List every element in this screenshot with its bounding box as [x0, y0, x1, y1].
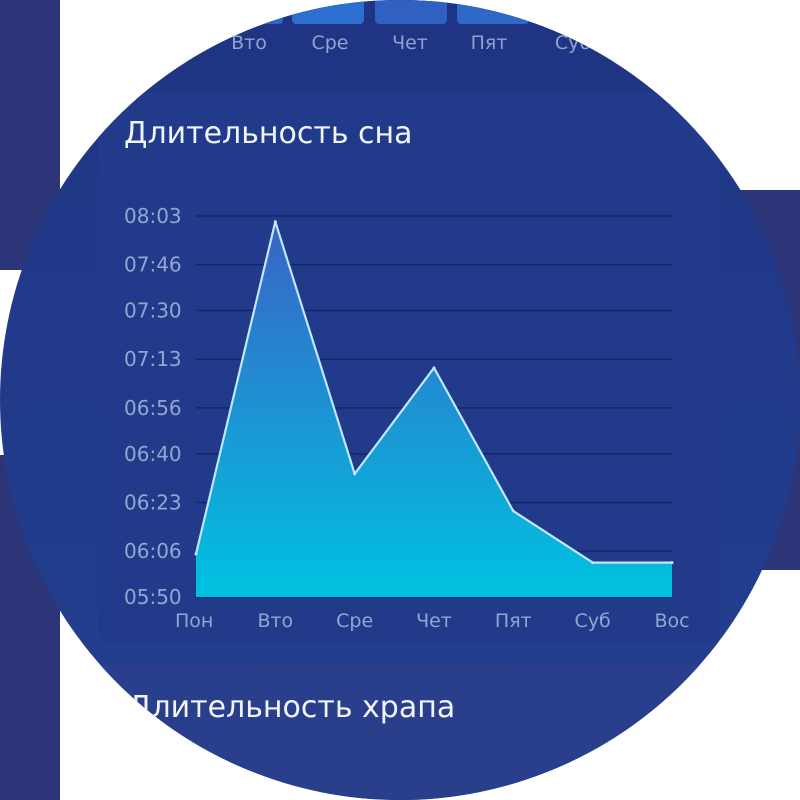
y-tick-label: 06:40: [124, 442, 182, 466]
chart-y-ticks: 05:50 06:06 06:23 06:40 06:56 07:13 07:30 07:46…: [124, 204, 182, 609]
y-tick-label: 06:56: [124, 396, 182, 420]
data-point: [591, 561, 595, 565]
y-tick-label: 05:50: [124, 585, 182, 609]
snore-duration-card[interactable]: [80, 664, 760, 800]
data-point: [273, 220, 277, 224]
data-point: [670, 561, 674, 565]
y-tick-label: 08:03: [124, 204, 182, 228]
data-point: [194, 552, 198, 556]
data-point: [432, 366, 436, 370]
y-tick-label: 07:30: [124, 299, 182, 323]
sleep-area-fill: [196, 221, 672, 597]
watch-screen: Вто Сре Чет Пят Суб Длительность сна 05:…: [0, 0, 800, 800]
x-tick-label: Сре: [336, 610, 373, 632]
y-tick-label: 07:13: [124, 347, 182, 371]
x-tick-label: Вос: [654, 610, 689, 632]
x-tick-label: Чет: [416, 610, 452, 632]
y-tick-label: 07:46: [124, 253, 182, 277]
x-tick-label: Пон: [175, 610, 213, 632]
x-tick-label: Суб: [575, 610, 611, 632]
snore-duration-title: Длительность храпа: [128, 690, 456, 725]
y-tick-label: 06:23: [124, 490, 182, 514]
x-tick-label: Пят: [495, 610, 532, 632]
chart-x-ticks: Пон Вто Сре Чет Пят Суб Вос: [175, 610, 690, 632]
x-tick-label: Вто: [257, 610, 293, 632]
y-tick-label: 06:06: [124, 539, 182, 563]
data-point: [353, 472, 357, 476]
data-point: [511, 509, 515, 513]
